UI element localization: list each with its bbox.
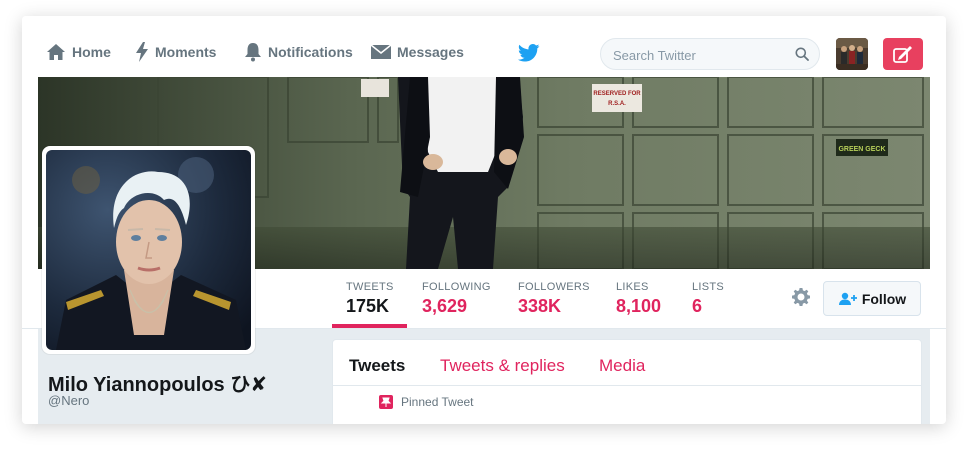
nav-home[interactable]: Home [46,38,111,66]
pinned-tweet-header: Pinned Tweet [379,395,474,409]
banner-sticker-text: GREEN GECK [838,146,885,153]
active-tab-indicator [332,324,407,328]
gear-icon[interactable] [791,287,811,307]
stat-value: 175K [346,296,390,316]
nav-messages-label: Messages [397,44,464,60]
lightning-icon [136,42,148,62]
stat-label: LISTS [692,281,725,293]
timeline-panel: Tweets Tweets & replies Media Pinned Twe… [332,339,922,424]
stat-following[interactable]: FOLLOWING 3,629 [422,281,491,317]
nav-notifications-label: Notifications [268,44,353,60]
tab-tweets-replies[interactable]: Tweets & replies [440,356,565,376]
top-nav-bar: Home Moments Notifications Messages [22,16,946,77]
stat-label: TWEETS [346,281,394,293]
nav-moments-label: Moments [155,44,217,60]
search-box[interactable] [600,38,820,70]
nav-moments[interactable]: Moments [135,38,216,66]
stat-tweets[interactable]: TWEETS 175K [346,281,394,317]
twitter-bird-icon[interactable] [518,44,540,62]
stat-label: FOLLOWING [422,281,491,293]
nav-notifications[interactable]: Notifications [244,38,353,66]
add-user-icon [838,292,857,305]
account-avatar-image [836,38,868,70]
home-icon [47,44,65,60]
stat-value: 6 [692,296,703,316]
compose-tweet-button[interactable] [883,38,923,70]
pin-icon [379,395,393,409]
banner-sign-text: RESERVED FOR [593,91,641,97]
nav-home-label: Home [72,44,111,60]
twitter-profile-window: Home Moments Notifications Messages Sear… [22,16,946,424]
banner-sign-text-2: R.S.A. [608,101,626,107]
account-avatar[interactable] [836,38,868,70]
stat-value: 8,100 [616,296,662,316]
bell-icon [245,43,261,62]
stat-value: 3,629 [422,296,468,316]
stat-label: FOLLOWERS [518,281,590,293]
timeline-tabs: Tweets Tweets & replies Media [333,340,921,386]
stat-likes[interactable]: LIKES 8,100 [616,281,661,317]
follow-button-label: Follow [861,290,907,307]
pinned-tweet-label: Pinned Tweet [401,395,474,409]
tab-media[interactable]: Media [599,356,645,376]
compose-icon [893,46,912,63]
tab-tweets[interactable]: Tweets [349,356,405,376]
search-input[interactable] [613,45,793,65]
stat-lists[interactable]: LISTS 6 [692,281,724,317]
stat-label: LIKES [616,281,649,293]
envelope-icon [371,44,391,59]
follow-button[interactable]: Follow [823,281,921,316]
stat-followers[interactable]: FOLLOWERS 338K [518,281,590,317]
profile-avatar-image [46,150,251,350]
profile-handle[interactable]: @Nero [48,393,89,408]
nav-messages[interactable]: Messages [371,38,464,66]
search-icon[interactable] [795,47,809,61]
stat-value: 338K [518,296,562,316]
profile-avatar[interactable] [42,146,255,354]
